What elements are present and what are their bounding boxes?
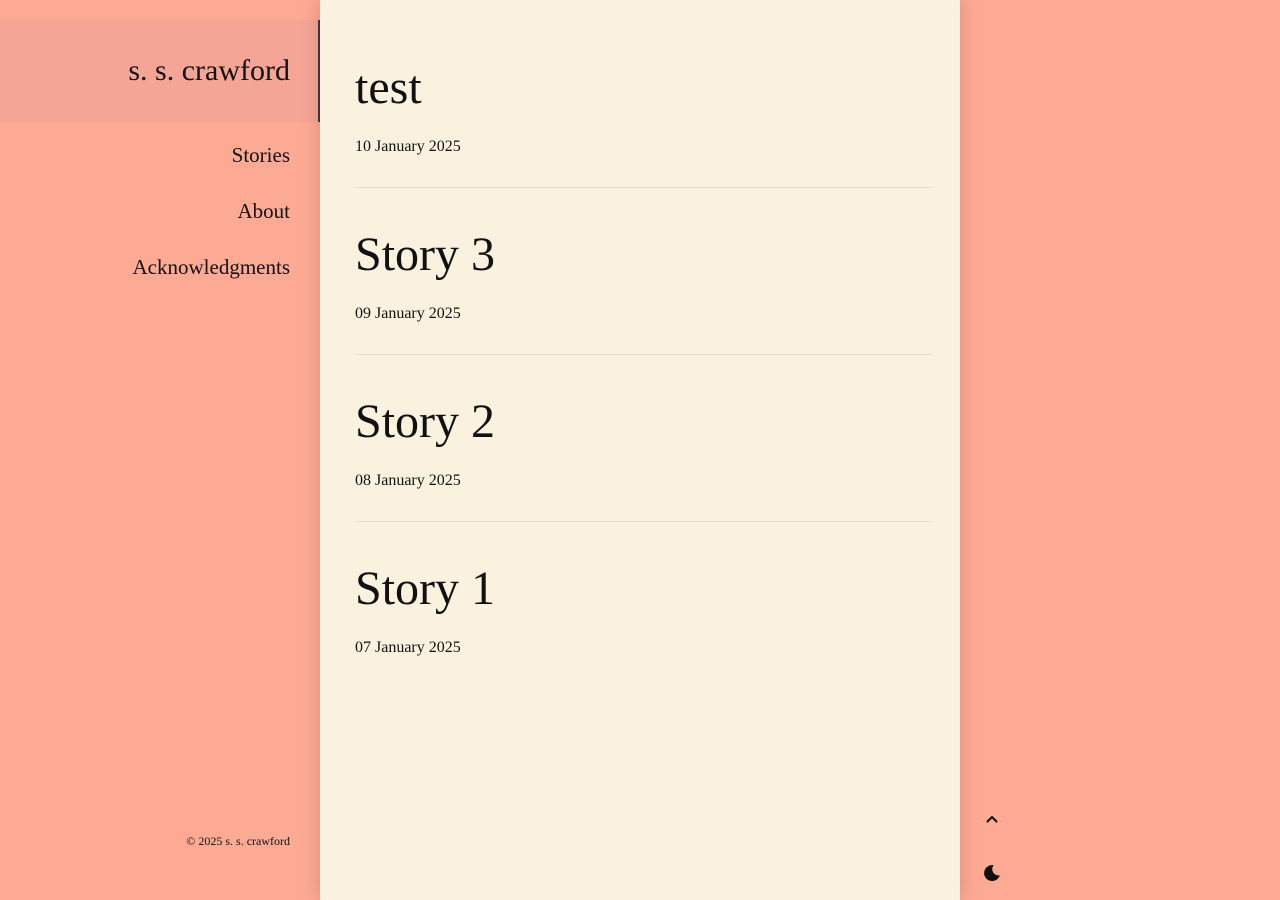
post-date: 07 January 2025 [355,639,461,656]
site-title-link[interactable]: s. s. crawford [128,53,290,89]
moon-icon [984,865,1000,882]
post-divider [355,521,932,522]
sidebar: s. s. crawford Stories About Acknowledgm… [0,0,320,900]
nav-item-stories[interactable]: Stories [133,140,290,170]
post-title-link[interactable]: Story 3 [355,227,495,283]
copyright-footer: © 2025 s. s. crawford [186,834,290,848]
post-divider [355,187,932,188]
nav-item-about[interactable]: About [133,196,291,226]
post-divider [355,354,932,355]
main-nav: Stories About Acknowledgments [133,140,290,308]
theme-toggle-button[interactable] [976,857,1008,889]
scroll-to-top-button[interactable] [976,803,1008,835]
nav-item-acknowledgments[interactable]: Acknowledgments [133,252,290,282]
post-date: 09 January 2025 [355,305,461,322]
post-title-link[interactable]: test [355,60,422,116]
post-list: test 10 January 2025 Story 3 09 January … [320,0,960,900]
chevron-up-icon [986,816,998,823]
post-date: 10 January 2025 [355,138,461,155]
post-date: 08 January 2025 [355,472,461,489]
site-header: s. s. crawford [0,20,320,122]
post-title-link[interactable]: Story 1 [355,561,495,617]
post-title-link[interactable]: Story 2 [355,394,495,450]
